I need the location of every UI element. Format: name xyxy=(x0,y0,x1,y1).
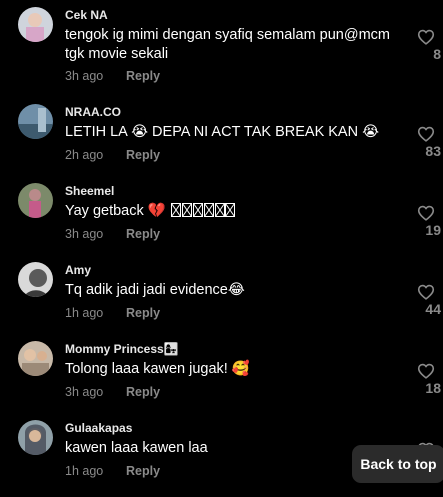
reply-button[interactable]: Reply xyxy=(126,385,160,399)
comment-time: 3h ago xyxy=(65,385,104,399)
like-count: 44 xyxy=(425,301,441,317)
comment-meta: 3h ago Reply xyxy=(65,385,160,399)
like-count: 19 xyxy=(425,222,441,238)
comment-time: 2h ago xyxy=(65,148,104,162)
heart-outline-icon xyxy=(417,284,435,300)
comment-username[interactable]: Gulaakapas xyxy=(65,421,132,435)
comment-time: 3h ago xyxy=(65,69,104,83)
like-count: 18 xyxy=(425,380,441,396)
comment-username[interactable]: Amy xyxy=(65,263,91,277)
heart-outline-icon xyxy=(417,205,435,221)
comment-meta: 2h ago Reply xyxy=(65,148,160,162)
comment-meta: 1h ago Reply xyxy=(65,306,160,320)
avatar[interactable] xyxy=(18,7,53,42)
comment-text: tengok ig mimi dengan syafiq semalam pun… xyxy=(65,27,390,62)
comment-text-value: Yay getback 💔 xyxy=(65,203,166,219)
reply-button[interactable]: Reply xyxy=(126,227,160,241)
like-button[interactable]: 83 xyxy=(411,126,441,159)
comment-text: LETIH LA 😭 DEPA NI ACT TAK BREAK KAN 😭 xyxy=(65,124,380,140)
like-button[interactable]: 8 xyxy=(411,29,441,62)
like-count: 83 xyxy=(425,143,441,159)
like-button[interactable]: 19 xyxy=(411,205,441,238)
reply-button[interactable]: Reply xyxy=(126,69,160,83)
back-to-top-button[interactable]: Back to top xyxy=(352,445,443,483)
like-count: 8 xyxy=(433,46,441,62)
heart-outline-icon xyxy=(417,363,435,379)
heart-outline-icon xyxy=(417,29,435,45)
unsupported-glyph-icon xyxy=(170,203,235,217)
comment-meta: 1h ago Reply xyxy=(65,464,160,478)
reply-button[interactable]: Reply xyxy=(126,148,160,162)
comment-meta: 3h ago Reply xyxy=(65,227,160,241)
comment-username[interactable]: Mommy Princess👩‍👧 xyxy=(65,342,179,356)
comment-meta: 3h ago Reply xyxy=(65,69,160,83)
comment-time: 1h ago xyxy=(65,306,104,320)
comment-text: Tolong laaa kawen jugak! 🥰 xyxy=(65,361,250,377)
comment-username[interactable]: Sheemel xyxy=(65,184,114,198)
comment-text: Yay getback 💔 xyxy=(65,202,410,221)
avatar[interactable] xyxy=(18,420,53,455)
like-button[interactable]: 18 xyxy=(411,363,441,396)
comment-username[interactable]: NRAA.CO xyxy=(65,105,121,119)
reply-button[interactable]: Reply xyxy=(126,306,160,320)
avatar[interactable] xyxy=(18,104,53,139)
avatar[interactable] xyxy=(18,262,53,297)
like-button[interactable]: 44 xyxy=(411,284,441,317)
comment-text: Tq adik jadi jadi evidence😂 xyxy=(65,282,245,298)
comment-username[interactable]: Cek NA xyxy=(65,8,108,22)
comment-time: 3h ago xyxy=(65,227,104,241)
comment-time: 1h ago xyxy=(65,464,104,478)
reply-button[interactable]: Reply xyxy=(126,464,160,478)
avatar[interactable] xyxy=(18,183,53,218)
avatar[interactable] xyxy=(18,341,53,376)
heart-outline-icon xyxy=(417,126,435,142)
